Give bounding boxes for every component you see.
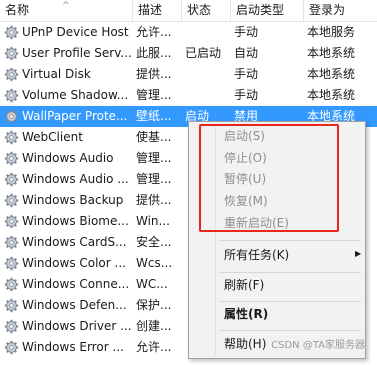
column-header-logon-as-label: 登录为 [309,3,346,17]
service-name: Windows Driver ... [22,319,132,333]
service-gear-icon [4,130,19,145]
menu-item-start: 启动(S) [224,129,265,143]
service-name: Windows Defen... [22,298,127,312]
service-name: WallPaper Prote... [22,109,128,123]
service-name: Windows Color ... [22,256,126,270]
service-gear-icon [4,172,19,187]
service-description: 管理... [136,172,172,186]
service-logon-as: 本地系统 [307,88,356,102]
menu-separator [219,240,361,241]
column-header-status[interactable]: 状态 [182,0,231,21]
service-name: Windows Error ... [22,340,124,354]
menu-item-pause: 暂停(U) [224,172,267,186]
service-description: 壁纸... [136,109,172,123]
column-header-name[interactable]: 名称 ^ [0,0,133,21]
service-description: 保护... [136,298,172,312]
service-status: 已启动 [185,46,222,60]
service-name: Windows Conne... [22,277,130,291]
service-description: 管理... [136,151,172,165]
service-logon-as: 本地服务 [307,25,356,39]
service-startup-type: 自动 [234,46,259,60]
service-name: Virtual Disk [22,67,91,81]
column-header-startup-type-label: 启动类型 [236,3,285,17]
column-header-name-label: 名称 [5,3,30,17]
menu-item-stop: 停止(O) [224,151,267,165]
menu-separator [219,330,361,331]
service-gear-icon [4,214,19,229]
menu-item-all-tasks[interactable]: 所有任务(K) [224,245,289,265]
service-gear-icon [4,298,19,313]
service-status [185,22,229,43]
service-name: Windows Backup [22,193,124,207]
service-name: Volume Shadow... [22,88,129,102]
service-status [185,85,229,106]
service-description: 提供... [136,67,172,81]
service-startup-type: 手动 [234,67,259,81]
service-description: 安全... [136,235,172,249]
service-description: 提供... [136,193,172,207]
service-gear-icon [4,235,19,250]
column-header-startup-type[interactable]: 启动类型 [231,0,304,21]
service-gear-icon [4,46,19,61]
column-header-logon-as[interactable]: 登录为 [304,0,377,21]
column-header-status-label: 状态 [187,3,212,17]
context-menu: 启动(S) 停止(O) 暂停(U) 恢复(M) 重新启动(E) 所有任务(K) … [188,121,366,359]
watermark: CSDN @TA家服务器 [271,340,365,351]
service-name: User Profile Serv... [22,46,132,60]
service-gear-icon [4,277,19,292]
menu-item-properties[interactable]: 属性(R) [224,304,268,324]
service-description: 使基... [136,130,172,144]
service-gear-icon [4,88,19,103]
menu-separator [219,301,361,302]
service-gear-icon [4,67,19,82]
service-row[interactable]: Virtual Disk 提供... 手动 本地系统 [0,64,377,85]
service-description: Win... [136,214,170,228]
service-name: Windows Audio ... [22,172,129,186]
service-row[interactable]: UPnP Device Host 允许... 手动 本地服务 [0,22,377,43]
submenu-arrow-icon: ▶ [355,249,362,258]
service-logon-as: 本地系统 [307,67,356,81]
service-description: WC... [136,277,168,291]
service-status [185,64,229,85]
column-header-bar: 名称 ^ 描述 状态 启动类型 登录为 [0,0,377,22]
service-gear-icon [4,319,19,334]
sort-ascending-icon: ^ [62,1,70,11]
service-gear-icon [4,151,19,166]
service-description: 管理... [136,88,172,102]
service-gear-icon [4,193,19,208]
column-header-description[interactable]: 描述 [133,0,182,21]
service-gear-icon [4,340,19,355]
menu-item-resume: 恢复(M) [224,194,268,208]
service-gear-icon [4,256,19,271]
service-gear-icon [4,109,19,124]
service-row[interactable]: Volume Shadow... 管理... 手动 本地系统 [0,85,377,106]
service-description: 创建... [136,319,172,333]
service-name: Windows Biome... [22,214,129,228]
service-name: WebClient [22,130,83,144]
menu-separator [219,272,361,273]
service-name: UPnP Device Host [22,25,129,39]
service-description: 允许... [136,340,172,354]
service-description: 此服... [136,46,172,60]
service-row[interactable]: User Profile Serv... 此服... 已启动 自动 本地系统 [0,43,377,64]
service-description: 允许... [136,25,172,39]
service-name: Windows CardS... [22,235,127,249]
service-startup-type: 手动 [234,25,259,39]
service-description: Wcs... [136,256,173,270]
menu-item-refresh[interactable]: 刷新(F) [224,275,264,295]
menu-item-restart: 重新启动(E) [224,216,289,230]
service-startup-type: 手动 [234,88,259,102]
menu-item-help[interactable]: 帮助(H) [224,334,266,354]
menu-gutter [215,124,216,356]
service-name: Windows Audio [22,151,114,165]
service-logon-as: 本地系统 [307,46,356,60]
service-gear-icon [4,25,19,40]
column-header-description-label: 描述 [138,3,163,17]
